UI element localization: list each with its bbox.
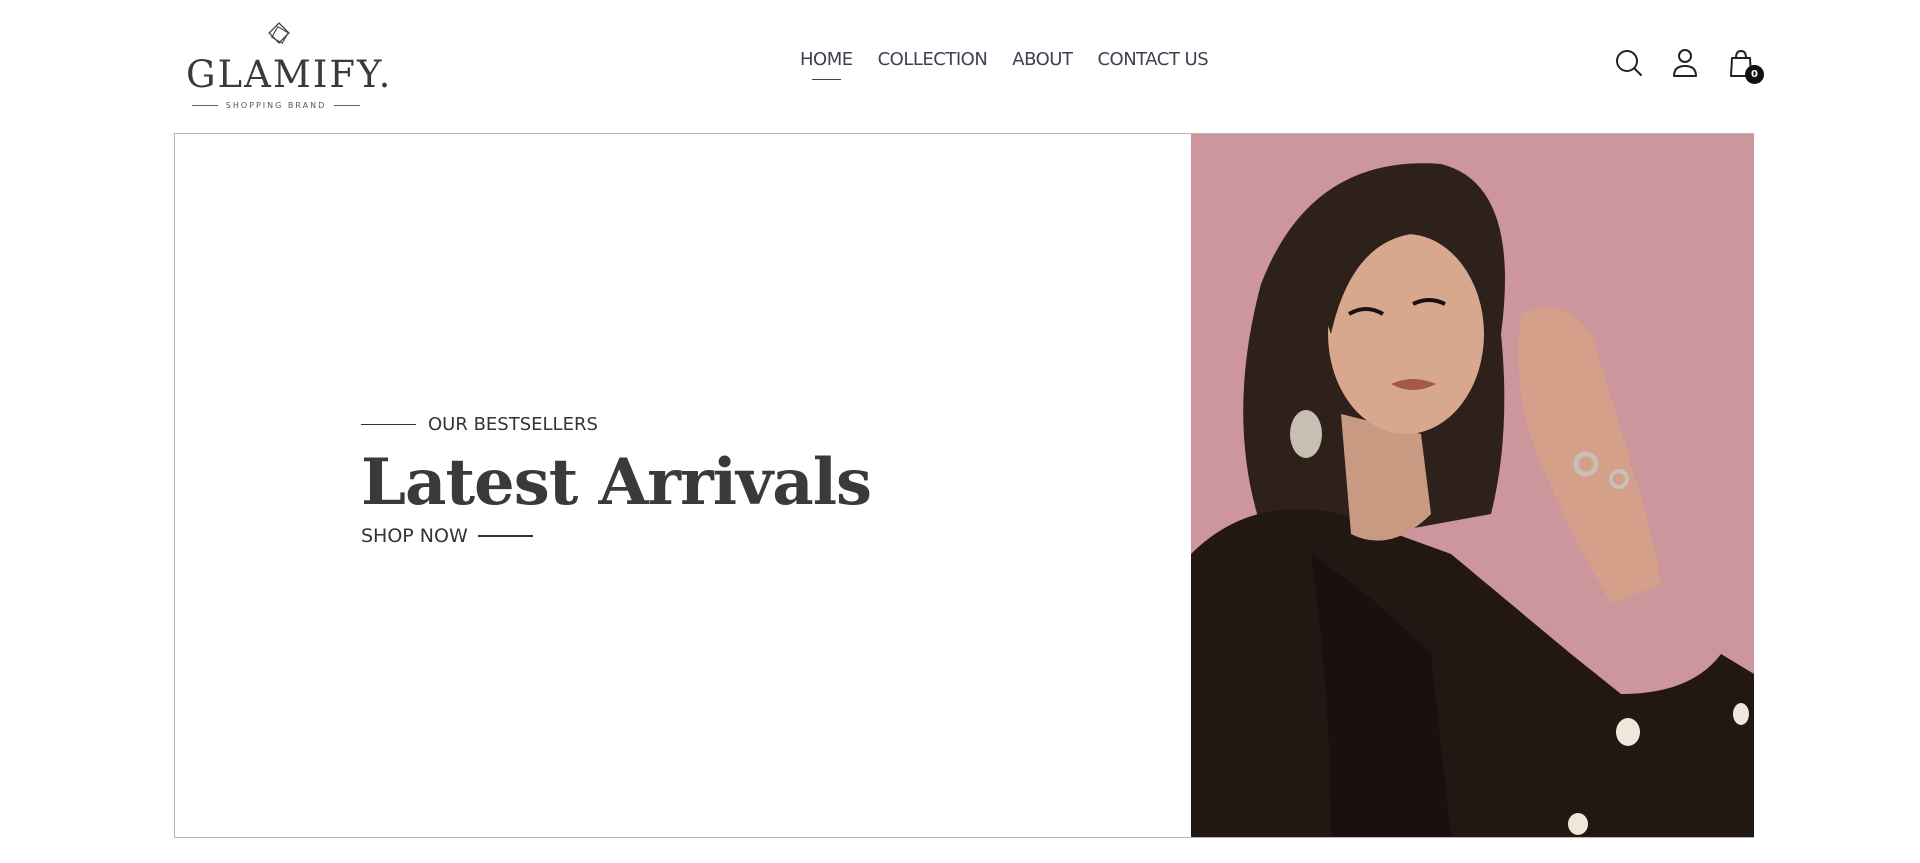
nav-item-home[interactable]: HOME (800, 48, 853, 80)
account-button[interactable] (1668, 46, 1702, 80)
search-icon (1616, 50, 1642, 76)
main-nav: HOME COLLECTION ABOUT CONTACT US (800, 48, 1209, 80)
hero-eyebrow: OUR BESTSELLERS (361, 414, 871, 435)
hero-banner: OUR BESTSELLERS Latest Arrivals SHOP NOW (174, 133, 1754, 838)
eyebrow-line (361, 423, 416, 426)
shop-now-line (477, 535, 533, 537)
brand-logo[interactable]: GLAMIFY. SHOPPING BRAND (186, 20, 393, 110)
hero-model-image (1191, 134, 1754, 837)
nav-item-about[interactable]: ABOUT (1012, 48, 1073, 72)
diamond-logo-icon (268, 22, 290, 44)
shop-now-label: SHOP NOW (361, 525, 468, 547)
eyebrow-text: OUR BESTSELLERS (428, 414, 598, 435)
nav-item-collection[interactable]: COLLECTION (878, 48, 988, 72)
search-button[interactable] (1612, 46, 1646, 80)
tagline-text: SHOPPING BRAND (225, 100, 327, 110)
header-actions: 0 (1612, 46, 1764, 84)
tagline-line-left (191, 104, 218, 106)
brand-tagline: SHOPPING BRAND (186, 98, 366, 112)
cart-button[interactable]: 0 (1724, 46, 1764, 84)
shop-now-link[interactable]: SHOP NOW (361, 525, 871, 547)
nav-item-contact-us[interactable]: CONTACT US (1097, 48, 1208, 72)
brand-name: GLAMIFY. (186, 53, 393, 96)
hero-copy: OUR BESTSELLERS Latest Arrivals SHOP NOW (361, 414, 872, 547)
cart-count-badge: 0 (1745, 65, 1764, 84)
model-photo-illustration (1191, 134, 1754, 837)
hero-headline: Latest Arrivals (361, 445, 872, 520)
account-icon (1673, 49, 1697, 77)
tagline-line-right (334, 104, 361, 106)
